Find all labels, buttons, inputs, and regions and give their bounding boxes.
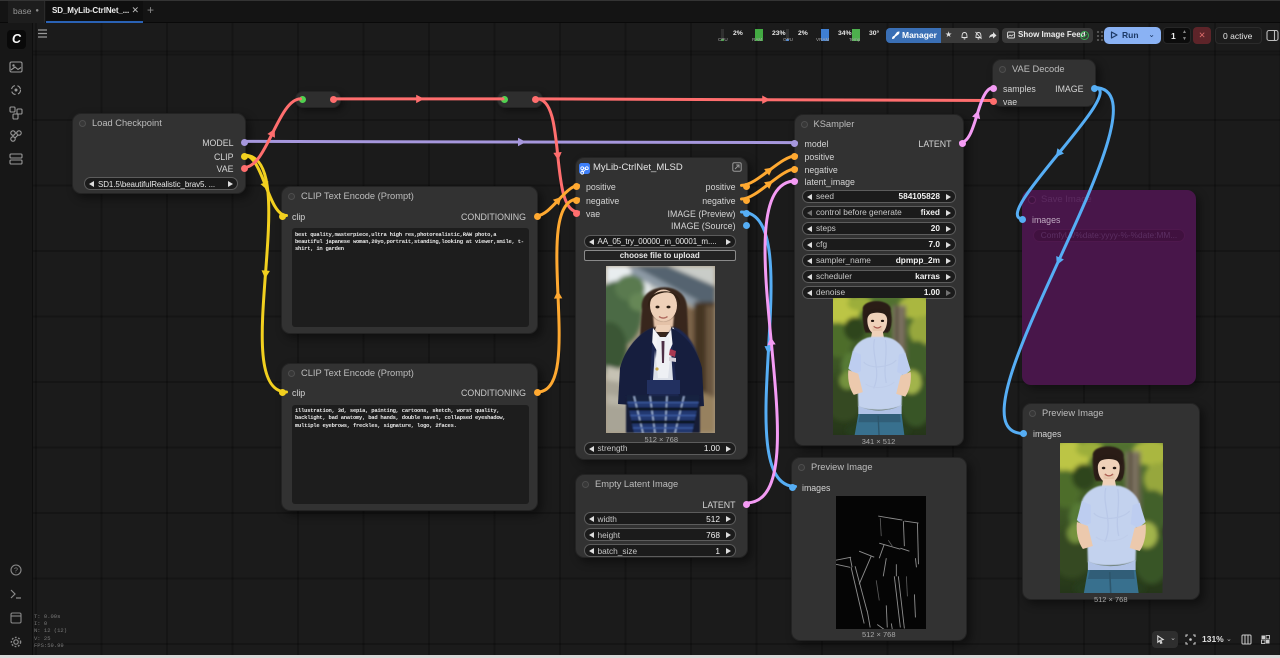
svg-text:?: ? xyxy=(14,568,18,575)
